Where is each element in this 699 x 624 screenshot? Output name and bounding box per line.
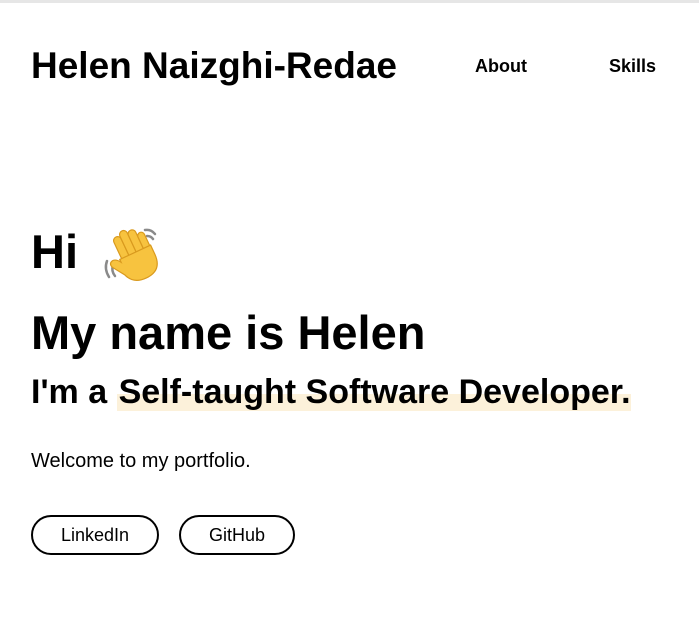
waving-hand-icon: [104, 228, 158, 282]
github-button[interactable]: GitHub: [179, 515, 295, 555]
linkedin-button[interactable]: LinkedIn: [31, 515, 159, 555]
name-heading: My name is Helen: [31, 306, 426, 359]
greeting-heading: Hi: [31, 222, 158, 282]
welcome-text: Welcome to my portfolio.: [31, 450, 251, 472]
role-highlight: Self-taught Software Developer.: [116, 373, 631, 411]
top-border: [0, 0, 699, 3]
nav-link-about[interactable]: About: [475, 55, 527, 77]
greeting-text: Hi: [31, 225, 78, 278]
role-heading: I'm a Self-taught Software Developer.: [31, 370, 631, 414]
role-prefix: I'm a: [31, 373, 117, 411]
nav-link-skills[interactable]: Skills: [609, 55, 656, 77]
site-brand[interactable]: Helen Naizghi-Redae: [31, 44, 397, 88]
